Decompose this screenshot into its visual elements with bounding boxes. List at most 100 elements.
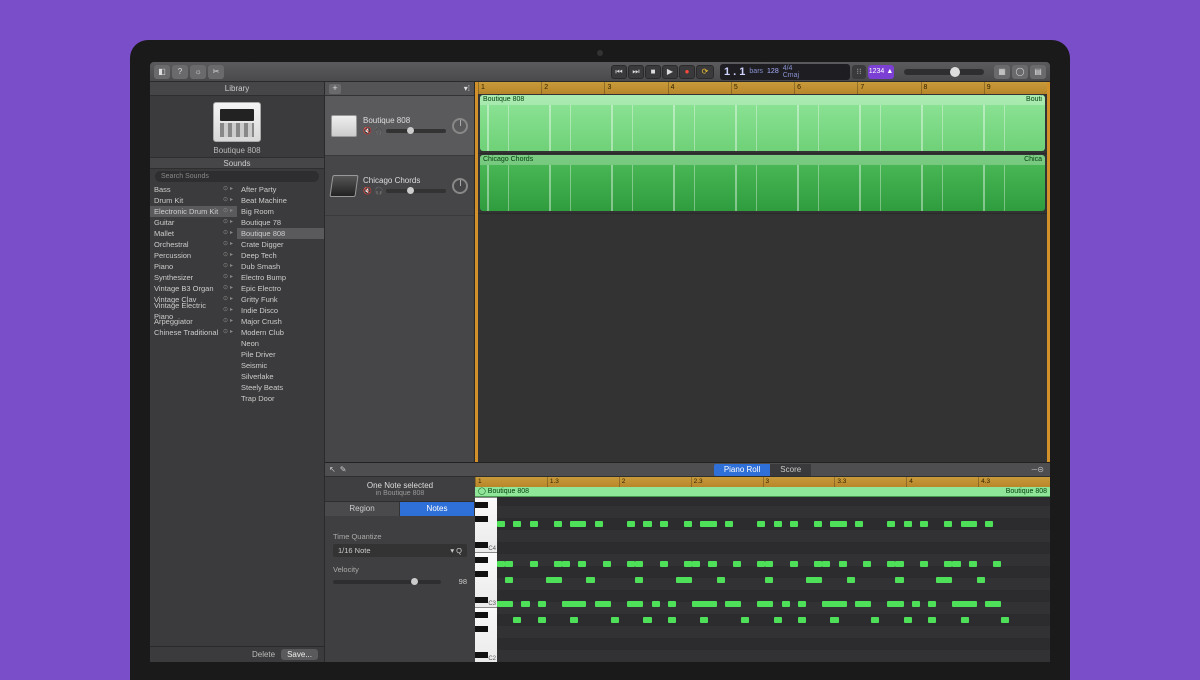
library-category-item[interactable]: Percussion⊙▸ [150, 250, 237, 261]
track-pan-knob[interactable] [452, 178, 468, 194]
piano-roll-ruler-cell[interactable]: 3.3 [834, 477, 906, 487]
library-preset-item[interactable]: Indie Disco [237, 305, 324, 316]
midi-note[interactable] [790, 561, 798, 567]
midi-note[interactable] [643, 521, 651, 527]
midi-note[interactable] [595, 521, 603, 527]
midi-note[interactable] [668, 617, 676, 623]
library-preset-item[interactable]: Trap Door [237, 393, 324, 404]
midi-note[interactable] [798, 617, 806, 623]
midi-note[interactable] [497, 601, 513, 607]
search-sounds-input[interactable]: Search Sounds [155, 171, 319, 182]
library-category-item[interactable]: Electronic Drum Kit⊙▸ [150, 206, 237, 217]
note-grid[interactable] [497, 497, 1050, 662]
midi-note[interactable] [814, 561, 822, 567]
track-header[interactable]: Boutique 808🔇🎧 [325, 96, 474, 156]
midi-note[interactable] [904, 617, 912, 623]
midi-note[interactable] [562, 561, 570, 567]
library-preset-item[interactable]: Boutique 78 [237, 217, 324, 228]
midi-note[interactable] [708, 561, 716, 567]
midi-note[interactable] [765, 561, 773, 567]
midi-note[interactable] [936, 577, 952, 583]
count-in-button[interactable]: ⁝⁝ [852, 65, 866, 79]
midi-note[interactable] [920, 521, 928, 527]
midi-note[interactable] [578, 561, 586, 567]
settings-button[interactable]: ☼ [190, 65, 206, 79]
library-preset-item[interactable]: Electro Bump [237, 272, 324, 283]
midi-note[interactable] [717, 577, 725, 583]
mute-icon[interactable]: 🔇 [363, 187, 372, 195]
midi-note[interactable] [944, 561, 952, 567]
piano-roll-ruler-cell[interactable]: 1.3 [547, 477, 619, 487]
save-button[interactable]: Save... [281, 649, 318, 660]
library-preset-item[interactable]: Silverlake [237, 371, 324, 382]
midi-note[interactable] [944, 521, 952, 527]
tuner-badge[interactable]: 1234▲ [868, 65, 894, 79]
midi-note[interactable] [668, 601, 676, 607]
midi-note[interactable] [538, 617, 546, 623]
midi-note[interactable] [806, 577, 822, 583]
library-preset-item[interactable]: Gritty Funk [237, 294, 324, 305]
midi-note[interactable] [741, 617, 749, 623]
midi-note[interactable] [961, 617, 969, 623]
library-toggle-button[interactable]: ◧ [154, 65, 170, 79]
scissors-button[interactable]: ✂ [208, 65, 224, 79]
tab-piano-roll[interactable]: Piano Roll [714, 464, 770, 476]
midi-note[interactable] [660, 561, 668, 567]
library-preset-item[interactable]: Modern Club [237, 327, 324, 338]
tab-region[interactable]: Region [325, 502, 400, 516]
midi-note[interactable] [627, 601, 643, 607]
midi-note[interactable] [757, 601, 773, 607]
midi-note[interactable] [847, 577, 855, 583]
piano-roll-ruler-cell[interactable]: 1 [475, 477, 547, 487]
midi-note[interactable] [530, 561, 538, 567]
midi-note[interactable] [692, 601, 716, 607]
midi-note[interactable] [676, 577, 692, 583]
midi-note[interactable] [611, 617, 619, 623]
ruler-bar[interactable]: 1 [478, 82, 541, 94]
midi-note[interactable] [757, 561, 765, 567]
cycle-button[interactable]: ⟳ [696, 65, 714, 79]
piano-octave[interactable]: C4 [475, 497, 497, 552]
library-category-item[interactable]: Piano⊙▸ [150, 261, 237, 272]
midi-note[interactable] [603, 561, 611, 567]
tab-notes[interactable]: Notes [400, 502, 475, 516]
piano-roll-ruler-cell[interactable]: 4 [906, 477, 978, 487]
ruler-bar[interactable]: 9 [984, 82, 1047, 94]
piano-keyboard[interactable]: C4C3C2 [475, 497, 497, 662]
library-preset-item[interactable]: Steely Beats [237, 382, 324, 393]
mute-icon[interactable]: 🔇 [363, 127, 372, 135]
library-preset-item[interactable]: Major Crush [237, 316, 324, 327]
midi-note[interactable] [985, 601, 1001, 607]
midi-note[interactable] [774, 521, 782, 527]
midi-note[interactable] [757, 521, 765, 527]
library-preset-item[interactable]: Epic Electro [237, 283, 324, 294]
ruler-bar[interactable]: 6 [794, 82, 857, 94]
midi-note[interactable] [521, 601, 529, 607]
midi-note[interactable] [554, 521, 562, 527]
midi-note[interactable] [538, 601, 546, 607]
midi-region[interactable]: Boutique 808Bouti [480, 95, 1045, 151]
midi-note[interactable] [887, 521, 895, 527]
midi-note[interactable] [920, 561, 928, 567]
midi-note[interactable] [985, 521, 993, 527]
library-category-item[interactable]: Orchestral⊙▸ [150, 239, 237, 250]
midi-note[interactable] [1001, 617, 1009, 623]
midi-note[interactable] [627, 561, 635, 567]
midi-note[interactable] [546, 577, 562, 583]
midi-note[interactable] [530, 521, 538, 527]
midi-note[interactable] [887, 561, 895, 567]
midi-note[interactable] [904, 521, 912, 527]
catch-playhead-icon[interactable]: ─⊝ [1032, 465, 1044, 474]
midi-note[interactable] [497, 561, 505, 567]
midi-note[interactable] [497, 521, 505, 527]
midi-note[interactable] [643, 617, 651, 623]
tab-score[interactable]: Score [770, 464, 811, 476]
library-preset-item[interactable]: Pile Driver [237, 349, 324, 360]
midi-note[interactable] [635, 561, 643, 567]
track-header[interactable]: Chicago Chords🔇🎧 [325, 156, 474, 216]
midi-note[interactable] [798, 601, 806, 607]
library-category-column[interactable]: Bass⊙▸Drum Kit⊙▸Electronic Drum Kit⊙▸Gui… [150, 184, 237, 646]
midi-note[interactable] [814, 521, 822, 527]
piano-roll-ruler[interactable]: 11.322.333.344.3 [475, 477, 1050, 487]
delete-button[interactable]: Delete [252, 650, 275, 659]
